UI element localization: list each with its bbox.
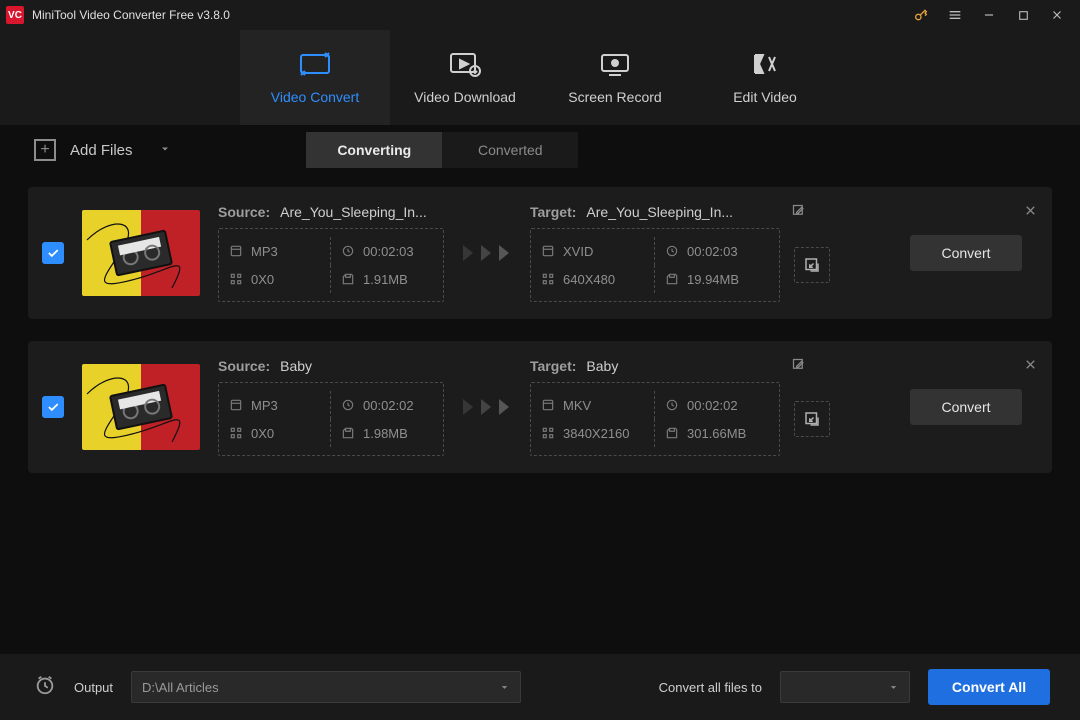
tab-video-download[interactable]: Video Download	[390, 30, 540, 125]
target-format: MKV	[563, 398, 591, 413]
tab-screen-record[interactable]: Screen Record	[540, 30, 690, 125]
bottom-bar: Output D:\All Articles Convert all files…	[0, 654, 1080, 720]
source-format: MP3	[251, 398, 278, 413]
source-size: 1.98MB	[363, 426, 408, 441]
target-resolution: 3840X2160	[563, 426, 630, 441]
chevron-down-icon	[499, 682, 510, 693]
source-resolution: 0X0	[251, 426, 274, 441]
item-checkbox[interactable]	[42, 396, 64, 418]
tab-label: Edit Video	[733, 89, 797, 105]
item-thumbnail[interactable]	[82, 364, 200, 450]
conversion-item: Source: Baby MP3 00:02:02 0X0 1.98MB Targ…	[28, 341, 1052, 473]
target-duration: 00:02:02	[687, 398, 738, 413]
top-nav: Video Convert Video Download Screen Reco…	[0, 30, 1080, 125]
convert-all-files-to-label: Convert all files to	[659, 680, 762, 695]
edit-item-icon[interactable]	[791, 357, 806, 377]
chevron-down-icon	[888, 682, 899, 693]
source-duration: 00:02:03	[363, 244, 414, 259]
target-filename: Are_You_Sleeping_In...	[586, 204, 733, 220]
item-checkbox[interactable]	[42, 242, 64, 264]
close-window-button[interactable]	[1040, 0, 1074, 30]
item-thumbnail[interactable]	[82, 210, 200, 296]
add-files-button[interactable]: + Add Files	[34, 139, 171, 161]
target-duration: 00:02:03	[687, 244, 738, 259]
subtab-group: Converting Converted	[306, 132, 578, 168]
app-logo: VC	[6, 6, 24, 24]
source-size: 1.91MB	[363, 272, 408, 287]
chevron-down-icon[interactable]	[159, 142, 171, 159]
source-filename: Are_You_Sleeping_In...	[280, 204, 427, 220]
output-path-select[interactable]: D:\All Articles	[131, 671, 521, 703]
upgrade-key-icon[interactable]	[904, 0, 938, 30]
target-block: Target: Are_You_Sleeping_In... XVID 00:02…	[530, 204, 830, 302]
source-format: MP3	[251, 244, 278, 259]
add-files-label: Add Files	[70, 142, 133, 159]
tab-label: Screen Record	[568, 89, 661, 105]
arrow-icon	[452, 395, 522, 419]
conversion-item: Source: Are_You_Sleeping_In... MP3 00:02:…	[28, 187, 1052, 319]
source-block: Source: Baby MP3 00:02:02 0X0 1.98MB	[218, 358, 444, 456]
source-block: Source: Are_You_Sleeping_In... MP3 00:02:…	[218, 204, 444, 302]
remove-item-icon[interactable]	[1023, 203, 1038, 223]
plus-icon: +	[34, 139, 56, 161]
target-format: XVID	[563, 244, 593, 259]
target-label: Target:	[530, 358, 576, 374]
source-label: Source:	[218, 358, 270, 374]
target-preset-button[interactable]	[794, 247, 830, 283]
convert-button[interactable]: Convert	[910, 235, 1022, 271]
convert-all-format-select[interactable]	[780, 671, 910, 703]
remove-item-icon[interactable]	[1023, 357, 1038, 377]
tab-video-convert[interactable]: Video Convert	[240, 30, 390, 125]
target-size: 301.66MB	[687, 426, 746, 441]
minimize-button[interactable]	[972, 0, 1006, 30]
source-filename: Baby	[280, 358, 312, 374]
source-resolution: 0X0	[251, 272, 274, 287]
tab-edit-video[interactable]: Edit Video	[690, 30, 840, 125]
target-size: 19.94MB	[687, 272, 739, 287]
target-block: Target: Baby MKV 00:02:02 3840X2160 301.6…	[530, 358, 830, 456]
convert-all-button[interactable]: Convert All	[928, 669, 1050, 705]
video-convert-icon	[299, 51, 331, 77]
toolbar: + Add Files Converting Converted	[0, 125, 1080, 175]
app-title: MiniTool Video Converter Free v3.8.0	[32, 8, 230, 22]
target-resolution: 640X480	[563, 272, 615, 287]
edit-video-icon	[749, 51, 781, 77]
screen-record-icon	[599, 51, 631, 77]
source-label: Source:	[218, 204, 270, 220]
schedule-icon[interactable]	[34, 674, 56, 701]
maximize-button[interactable]	[1006, 0, 1040, 30]
conversion-list: Source: Are_You_Sleeping_In... MP3 00:02:…	[0, 175, 1080, 654]
subtab-converting[interactable]: Converting	[306, 132, 442, 168]
menu-icon[interactable]	[938, 0, 972, 30]
output-label: Output	[74, 680, 113, 695]
edit-item-icon[interactable]	[791, 203, 806, 223]
target-filename: Baby	[586, 358, 618, 374]
arrow-icon	[452, 241, 522, 265]
source-duration: 00:02:02	[363, 398, 414, 413]
target-preset-button[interactable]	[794, 401, 830, 437]
video-download-icon	[449, 51, 481, 77]
title-bar: VC MiniTool Video Converter Free v3.8.0	[0, 0, 1080, 30]
output-path-value: D:\All Articles	[142, 680, 219, 695]
convert-button[interactable]: Convert	[910, 389, 1022, 425]
tab-label: Video Download	[414, 89, 516, 105]
subtab-converted[interactable]: Converted	[442, 132, 578, 168]
target-label: Target:	[530, 204, 576, 220]
tab-label: Video Convert	[271, 89, 359, 105]
